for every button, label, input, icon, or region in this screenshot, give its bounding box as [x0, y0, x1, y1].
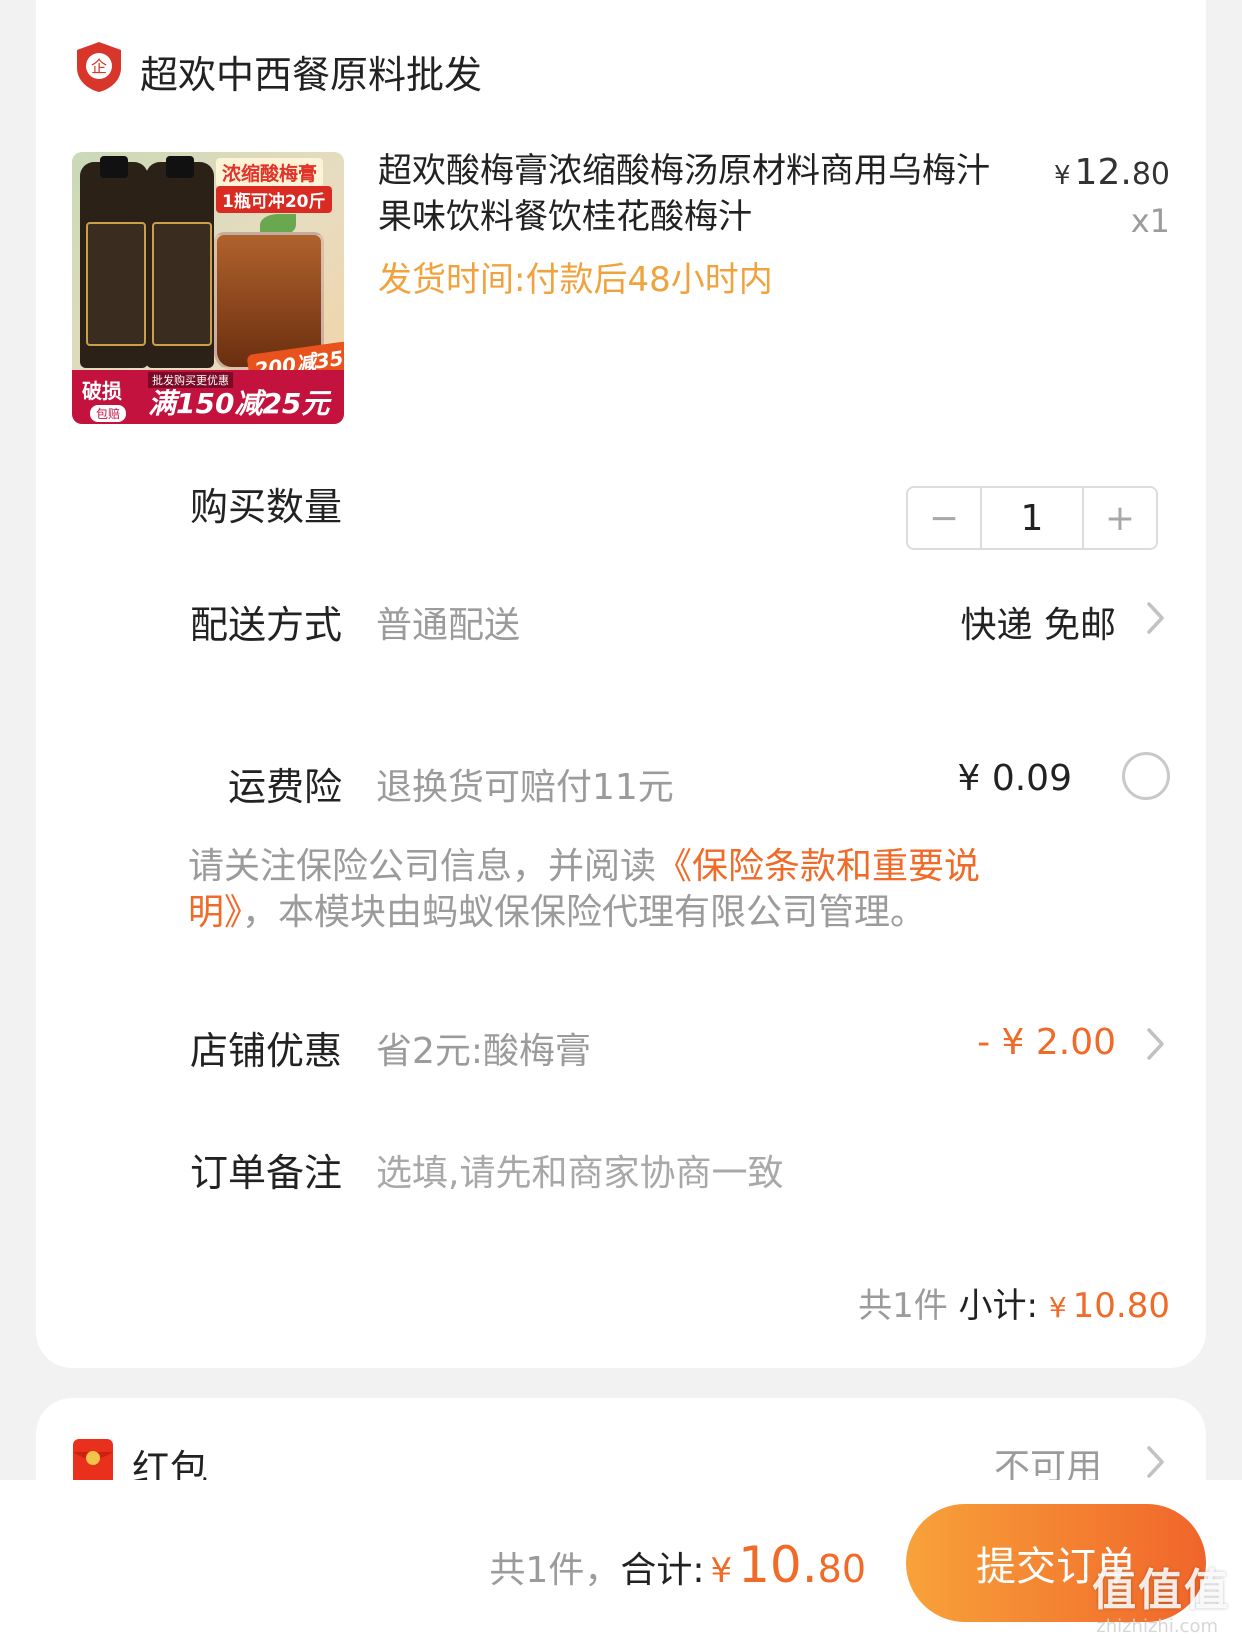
product-thumbnail[interactable]: 浓缩酸梅膏 1瓶可冲20斤 200减35 破损 包赔 批发购买更优惠 满150减…: [72, 152, 344, 424]
shop-name[interactable]: 超欢中西餐原料批发: [140, 44, 482, 99]
total-integer: 10.: [738, 1536, 818, 1594]
thumb-badge-compensate: 包赔: [90, 405, 127, 422]
shipping-insurance-label: 运费险: [227, 765, 342, 809]
delivery-method-value: 普通配送: [376, 605, 521, 646]
order-total: 共1件，合计: ¥10.80: [489, 1536, 866, 1594]
total-decimal: 80: [817, 1547, 866, 1591]
shipping-insurance-price: ¥ 0.09: [957, 758, 1072, 799]
price-integer: 12.: [1074, 152, 1132, 193]
thumb-promo-text: 满150减25元: [148, 387, 330, 420]
quantity-value[interactable]: 1: [980, 488, 1084, 548]
subtotal-currency: ¥: [1048, 1291, 1067, 1324]
product-title[interactable]: 超欢酸梅膏浓缩酸梅汤原材料商用乌梅汁果味饮料餐饮桂花酸梅汁: [378, 148, 998, 240]
insurance-notice-text: ，本模块由蚂蚁保保险代理有限公司管理。: [242, 892, 927, 933]
shipping-insurance-radio[interactable]: [1122, 752, 1170, 800]
increment-button[interactable]: +: [1084, 488, 1156, 548]
product-quantity-badge: x1: [1130, 202, 1170, 240]
product-price: ¥12.80: [1054, 152, 1170, 193]
price-decimal: 80: [1131, 157, 1170, 192]
store-discount-amount: - ¥ 2.00: [977, 1022, 1116, 1063]
order-note-label: 订单备注: [189, 1151, 342, 1195]
subtotal-amount: 10.80: [1072, 1286, 1170, 1326]
order-card: 企 超欢中西餐原料批发 浓缩酸梅膏 1瓶可冲20斤 200减35 破损 包赔 批…: [36, 0, 1206, 1368]
thumb-tag-sub: 1瓶可冲20斤: [216, 186, 332, 213]
shipping-insurance-desc: 退换货可赔付11元: [376, 767, 674, 808]
chevron-right-icon: [1147, 1446, 1164, 1478]
insurance-notice-text: 请关注保险公司信息，并阅读: [188, 846, 657, 887]
chevron-right-icon: [1147, 1028, 1164, 1060]
svg-text:企: 企: [91, 57, 107, 76]
watermark-url: zhizhizhi.com: [1096, 1616, 1218, 1637]
insurance-notice: 请关注保险公司信息，并阅读《保险条款和重要说明》，本模块由蚂蚁保保险代理有限公司…: [188, 844, 1068, 936]
total-count: 共1件，: [489, 1550, 621, 1591]
total-currency: ¥: [710, 1551, 733, 1591]
thumb-badge-broken: 破损: [82, 379, 122, 403]
decrement-button[interactable]: −: [908, 488, 980, 548]
subtotal-label: 小计:: [947, 1286, 1049, 1326]
delivery-time-note: 发货时间:付款后48小时内: [378, 260, 773, 300]
delivery-method-option: 快递 免邮: [960, 605, 1116, 646]
store-discount-label: 店铺优惠: [189, 1029, 342, 1073]
watermark: 值值值: [1092, 1565, 1230, 1616]
subtotal: 共1件 小计: ¥10.80: [858, 1278, 1170, 1327]
quantity-label: 购买数量: [189, 485, 342, 529]
delivery-method-label: 配送方式: [189, 603, 342, 647]
store-discount-desc: 省2元:酸梅膏: [376, 1031, 592, 1072]
chevron-right-icon: [1147, 602, 1164, 634]
checkout-bar: 共1件，合计: ¥10.80 提交订单 值值值 zhizhizhi.com: [0, 1480, 1242, 1642]
quantity-stepper: − 1 +: [906, 486, 1158, 550]
total-label: 合计:: [620, 1550, 705, 1591]
subtotal-count: 共1件: [858, 1286, 948, 1326]
currency-symbol: ¥: [1054, 161, 1071, 191]
bottle-image: [146, 156, 214, 368]
enterprise-shield-icon: 企: [77, 42, 121, 92]
bottle-image: [80, 156, 148, 368]
order-note-input[interactable]: 选填,请先和商家协商一致: [376, 1144, 783, 1196]
thumb-tag-title: 浓缩酸梅膏: [216, 158, 324, 187]
